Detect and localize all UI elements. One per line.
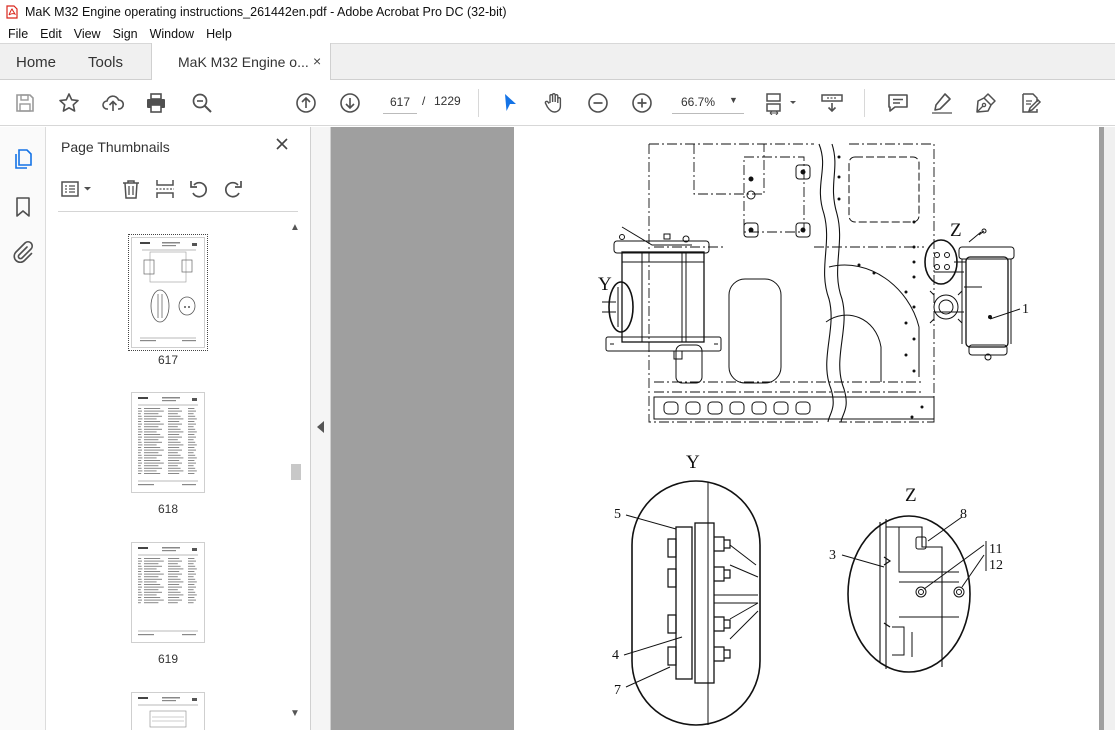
page-thumbnail-618[interactable] bbox=[131, 392, 205, 493]
menu-bar: File Edit View Sign Window Help bbox=[0, 24, 1115, 43]
label-3: 3 bbox=[829, 548, 836, 563]
panel-title: Page Thumbnails bbox=[61, 139, 170, 155]
delete-page-icon[interactable] bbox=[120, 178, 142, 200]
label-1: 1 bbox=[1022, 302, 1029, 317]
menu-edit[interactable]: Edit bbox=[34, 27, 68, 41]
bookmark-star-icon[interactable] bbox=[57, 91, 81, 115]
panel-toolbar-divider bbox=[58, 211, 298, 212]
label-z-top: Z bbox=[950, 220, 962, 241]
label-5: 5 bbox=[614, 507, 621, 522]
comment-icon[interactable] bbox=[886, 91, 910, 115]
page-thumbnails-panel: Page Thumbnails 617 618 619 ▲ ▼ bbox=[46, 127, 311, 730]
toolbar-divider bbox=[864, 89, 865, 117]
document-scrollbar[interactable] bbox=[1104, 127, 1115, 730]
menu-window[interactable]: Window bbox=[144, 27, 200, 41]
label-y-detail: Y bbox=[686, 452, 700, 473]
zoom-level-select[interactable]: 66.7% ▼ bbox=[672, 90, 744, 114]
scroll-down-icon[interactable]: ▼ bbox=[290, 708, 300, 719]
current-page-input[interactable]: 617 bbox=[383, 90, 417, 114]
page-fit-icon[interactable] bbox=[764, 91, 800, 115]
menu-help[interactable]: Help bbox=[200, 27, 238, 41]
rotate-clockwise-icon[interactable] bbox=[222, 178, 244, 200]
thumbnail-preview bbox=[140, 242, 197, 342]
select-cursor-icon[interactable] bbox=[498, 91, 522, 115]
highlight-pen-icon[interactable] bbox=[930, 91, 954, 115]
main-toolbar: 617 / 1229 66.7% ▼ bbox=[0, 80, 1115, 126]
menu-file[interactable]: File bbox=[0, 27, 34, 41]
upload-cloud-icon[interactable] bbox=[101, 91, 125, 115]
chevron-left-icon[interactable] bbox=[317, 421, 324, 433]
label-4: 4 bbox=[612, 648, 619, 663]
rotate-counterclockwise-icon[interactable] bbox=[188, 178, 210, 200]
scrollbar-thumb[interactable] bbox=[291, 464, 301, 480]
acrobat-app-icon bbox=[6, 5, 18, 19]
menu-view[interactable]: View bbox=[68, 27, 107, 41]
page-thumbnail-619[interactable] bbox=[131, 542, 205, 643]
label-y-top: Y bbox=[598, 274, 612, 295]
previous-page-icon[interactable] bbox=[294, 91, 318, 115]
label-7: 7 bbox=[614, 683, 621, 698]
print-icon[interactable] bbox=[144, 91, 168, 115]
zoom-out-icon[interactable] bbox=[586, 91, 610, 115]
page-thumbnails-icon[interactable] bbox=[11, 147, 35, 171]
scroll-mode-icon[interactable] bbox=[820, 91, 844, 115]
label-12: 12 bbox=[989, 558, 1003, 573]
chevron-down-icon: ▼ bbox=[729, 95, 738, 105]
zoom-level-value: 66.7% bbox=[681, 95, 716, 109]
tab-bar: Home Tools MaK M32 Engine o... × bbox=[0, 43, 1115, 81]
tab-document[interactable]: MaK M32 Engine o... × bbox=[151, 43, 331, 81]
thumbnail-preview bbox=[138, 697, 198, 728]
page-thumbnail-620[interactable] bbox=[131, 692, 205, 730]
toolbar-divider bbox=[478, 89, 479, 117]
label-8: 8 bbox=[960, 507, 967, 522]
page-thumbnail-617[interactable] bbox=[128, 234, 208, 351]
tab-home[interactable]: Home bbox=[16, 54, 56, 71]
label-11: 11 bbox=[989, 542, 1002, 557]
save-icon[interactable] bbox=[13, 91, 37, 115]
thumbnail-page-number: 618 bbox=[157, 502, 179, 516]
label-z-detail: Z bbox=[905, 485, 917, 506]
total-pages: 1229 bbox=[434, 94, 461, 108]
thumbnail-preview bbox=[138, 547, 198, 636]
navigation-rail bbox=[0, 127, 46, 730]
document-viewer[interactable]: Y Z 1 Y 5 4 7 Z 3 8 11 12 bbox=[331, 127, 1115, 730]
edit-pdf-icon[interactable] bbox=[1018, 91, 1042, 115]
attachments-paperclip-icon[interactable] bbox=[11, 240, 35, 264]
tab-tools[interactable]: Tools bbox=[88, 54, 123, 71]
tab-document-label: MaK M32 Engine o... bbox=[178, 54, 309, 70]
title-bar: MaK M32 Engine operating instructions_26… bbox=[0, 0, 1115, 24]
thumbnail-page-number: 619 bbox=[157, 652, 179, 666]
sign-pen-icon[interactable] bbox=[974, 91, 998, 115]
pdf-page: Y Z 1 Y 5 4 7 Z 3 8 11 12 bbox=[514, 127, 1099, 730]
zoom-search-icon[interactable] bbox=[190, 91, 214, 115]
thumbnail-preview bbox=[138, 397, 198, 486]
thumbnail-page-number: 617 bbox=[157, 353, 179, 367]
engine-drawing: Y Z 1 Y 5 4 7 Z 3 8 11 12 bbox=[598, 143, 1029, 726]
scroll-up-icon[interactable]: ▲ bbox=[290, 222, 300, 233]
menu-sign[interactable]: Sign bbox=[107, 27, 144, 41]
page-separator: / bbox=[422, 94, 426, 108]
zoom-in-icon[interactable] bbox=[630, 91, 654, 115]
bookmarks-icon[interactable] bbox=[11, 195, 35, 219]
close-panel-icon[interactable] bbox=[274, 136, 290, 152]
insert-page-icon[interactable] bbox=[154, 178, 176, 200]
tab-close-icon[interactable]: × bbox=[313, 53, 321, 69]
thumbnails-scrollbar[interactable]: ▲ ▼ bbox=[289, 222, 303, 724]
window-title: MaK M32 Engine operating instructions_26… bbox=[25, 5, 507, 19]
hand-tool-icon[interactable] bbox=[542, 91, 566, 115]
collapse-panel-handle[interactable] bbox=[311, 127, 331, 730]
next-page-icon[interactable] bbox=[338, 91, 362, 115]
thumbnail-options-icon[interactable] bbox=[60, 178, 94, 200]
